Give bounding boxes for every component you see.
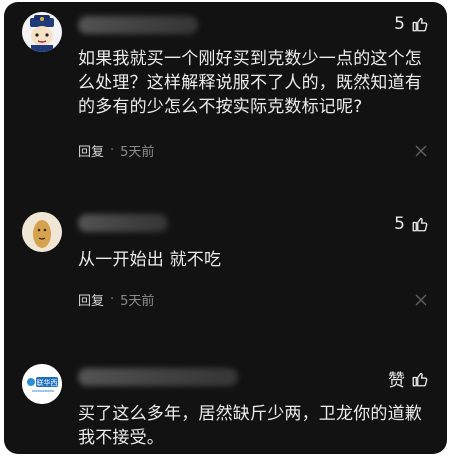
username-blurred[interactable] [78, 214, 168, 232]
close-icon [415, 145, 427, 157]
thumbs-up-icon [412, 217, 428, 232]
avatar-cartoon-icon [22, 12, 62, 52]
thumbs-up-icon [412, 372, 428, 386]
username-blurred[interactable] [78, 16, 198, 34]
like-count: 5 [394, 14, 405, 34]
comment-list: 5 如果我就买一个刚好买到克数少一点的这个怎么处理？这样解释说服不了人的，既然知… [4, 2, 447, 454]
username-blurred[interactable] [78, 368, 238, 386]
thumbs-up-icon [412, 17, 428, 32]
reply-button[interactable]: 回复 [78, 141, 104, 160]
comment-meta: 回复 · 5天前 [78, 141, 154, 160]
close-icon [415, 294, 427, 306]
comment-time: 5天前 [120, 145, 155, 160]
comment-item: 联华西 赞 买了这么多年，居然缺斤少两，卫龙你的道歉我不接受。 [4, 354, 447, 454]
like-count: 赞 [388, 371, 405, 391]
avatar[interactable] [22, 212, 62, 252]
comment-item: 5 如果我就买一个刚好买到克数少一点的这个怎么处理？这样解释说服不了人的，既然知… [4, 2, 447, 172]
reply-button[interactable]: 回复 [78, 290, 104, 309]
meta-separator: · [110, 292, 115, 307]
like-count: 5 [394, 214, 405, 234]
comment-text: 如果我就买一个刚好买到克数少一点的这个怎么处理？这样解释说服不了人的，既然知道有… [78, 49, 422, 117]
avatar[interactable]: 联华西 [22, 364, 62, 404]
like-button[interactable]: 5 [394, 214, 429, 234]
comment-item: 5 从一开始出 就不吃 回复 · 5天前 [4, 202, 447, 322]
avatar-figure-icon [22, 212, 62, 252]
like-button[interactable]: 赞 [388, 366, 429, 391]
comment-meta: 回复 · 5天前 [78, 290, 154, 309]
comment-time: 5天前 [120, 294, 155, 309]
dismiss-button[interactable] [415, 294, 427, 306]
avatar[interactable] [22, 12, 62, 52]
avatar-logo-text: 联华西 [37, 378, 58, 387]
comment-text: 从一开始出 就不吃 [78, 250, 222, 270]
avatar-logo-icon: 联华西 [22, 364, 62, 404]
like-button[interactable]: 5 [394, 14, 429, 34]
meta-separator: · [110, 143, 115, 158]
comment-text: 买了这么多年，居然缺斤少两，卫龙你的道歉我不接受。 [78, 404, 422, 448]
dismiss-button[interactable] [415, 145, 427, 157]
